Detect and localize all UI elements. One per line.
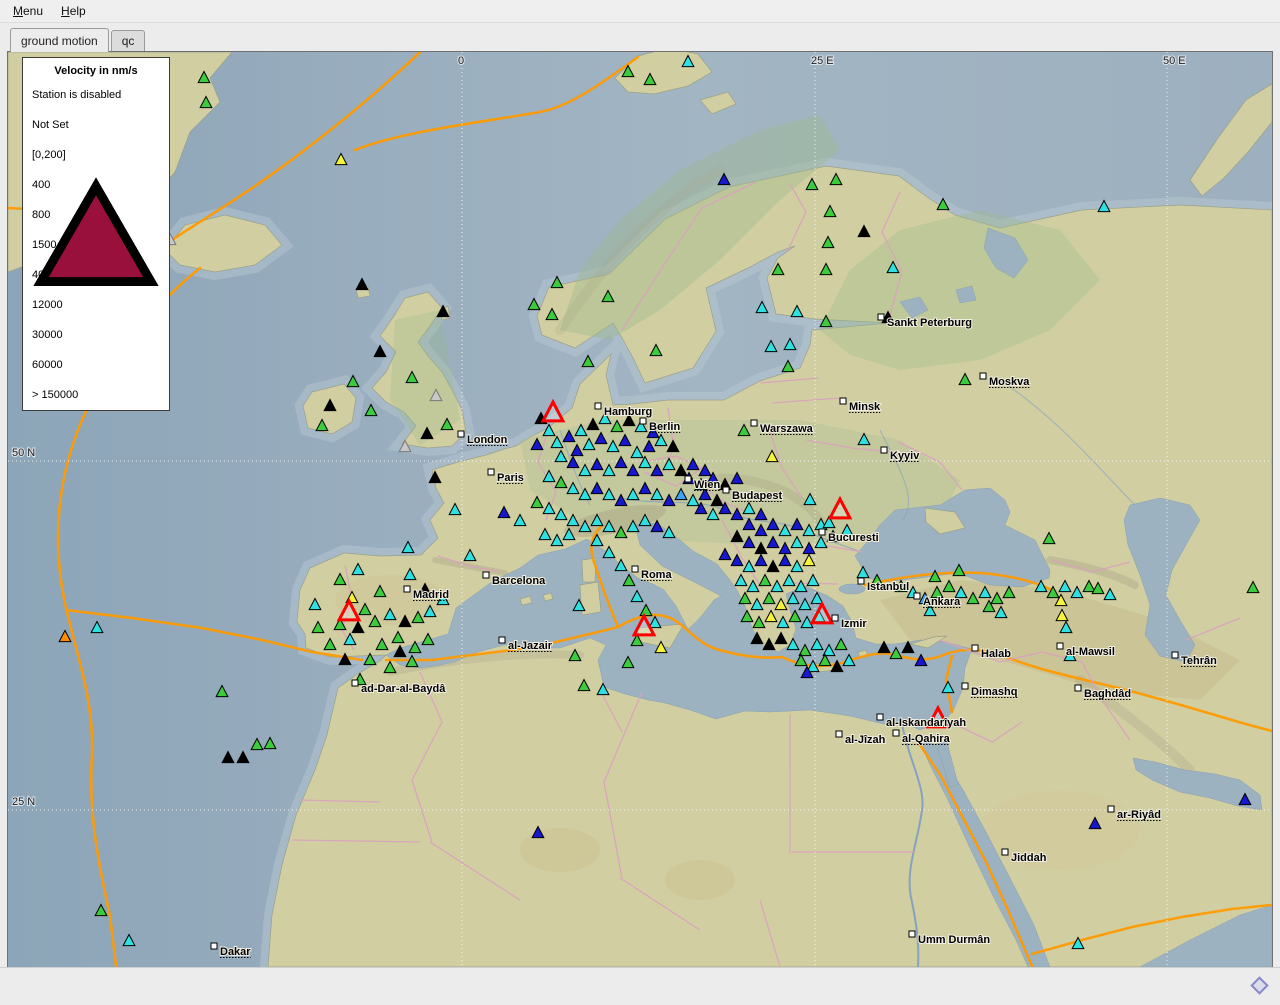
city-label: London	[467, 434, 508, 446]
city-label: Hamburg	[604, 406, 652, 418]
city-label: al-Qahira	[902, 733, 951, 745]
map-canvas[interactable]: 0 25 E 50 E 50 N 25 N London Paris Madrid Barce…	[8, 52, 1272, 967]
city-marker	[962, 683, 968, 689]
tab-bar: ground motion qc	[10, 29, 147, 52]
app-window: Menu Help ground motion qc	[0, 0, 1280, 1004]
city-marker	[723, 487, 729, 493]
city-marker	[499, 637, 505, 643]
city-label: Dimashq	[971, 686, 1017, 698]
legend-panel: Velocity in nm/s Station is disabledNot …	[22, 57, 170, 411]
city-marker	[840, 398, 846, 404]
city-label: Barcelona	[492, 575, 546, 587]
city-label: Sankt Peterburg	[887, 317, 972, 329]
city-label: ar-Riyâd	[1117, 809, 1161, 821]
city-marker	[877, 714, 883, 720]
city-label: Roma	[641, 569, 672, 581]
city-label: Tehrân	[1181, 655, 1217, 667]
city-label: Wien	[694, 479, 720, 491]
grid-label: 50 N	[12, 447, 35, 459]
city-marker	[751, 420, 757, 426]
city-label: Paris	[497, 472, 524, 484]
city-marker	[595, 403, 601, 409]
city-marker	[893, 730, 899, 736]
city-marker	[1108, 806, 1114, 812]
city-label: ad-Dar-al-Baydâ	[361, 683, 446, 695]
city-marker	[632, 566, 638, 572]
help-button[interactable]: Help	[52, 1, 95, 21]
map-view[interactable]: 0 25 E 50 E 50 N 25 N London Paris Madrid Barce…	[8, 52, 1272, 967]
grid-label: 0	[458, 55, 464, 67]
city-label: Berlin	[649, 421, 680, 433]
legend-item: > 150000	[23, 380, 169, 410]
city-marker	[404, 586, 410, 592]
tab-qc[interactable]: qc	[111, 30, 146, 52]
city-label: al-Jazair	[508, 640, 553, 652]
city-label: Moskva	[989, 376, 1030, 388]
city-label: Jiddah	[1011, 852, 1047, 864]
legend-items: Station is disabledNot Set[0,200]4008001…	[23, 80, 169, 410]
city-label: al-Jîzah	[845, 734, 886, 746]
city-label: Kyyiv	[890, 450, 920, 462]
city-label: Warszawa	[760, 423, 814, 435]
city-marker	[980, 373, 986, 379]
city-marker	[211, 943, 217, 949]
city-marker	[352, 680, 358, 686]
city-marker	[483, 572, 489, 578]
city-marker	[972, 645, 978, 651]
status-bar	[0, 967, 1280, 1005]
city-label: Minsk	[849, 401, 881, 413]
city-marker	[488, 469, 494, 475]
city-label: al-Mawsil	[1066, 646, 1115, 658]
city-label: Bucuresti	[828, 532, 879, 544]
city-marker	[685, 476, 691, 482]
menu-bar: Menu Help	[0, 0, 1280, 23]
menu-button[interactable]: Menu	[4, 1, 52, 21]
grid-label: 50 E	[1163, 55, 1186, 67]
map-navigation-icon[interactable]	[1250, 976, 1268, 994]
grid-label: 25 N	[12, 796, 35, 808]
city-marker	[914, 593, 920, 599]
city-marker	[819, 529, 825, 535]
city-label: Madrid	[413, 589, 449, 601]
city-marker	[1075, 685, 1081, 691]
city-label: Halab	[981, 648, 1011, 660]
city-marker	[640, 418, 646, 424]
city-label: Baghdâd	[1084, 688, 1131, 700]
city-label: Izmir	[841, 618, 867, 630]
city-marker	[832, 615, 838, 621]
city-label: Budapest	[732, 490, 782, 502]
city-marker	[458, 431, 464, 437]
tab-ground-motion[interactable]: ground motion	[10, 28, 109, 52]
city-label: Ankara	[923, 596, 961, 608]
city-marker	[909, 931, 915, 937]
city-marker	[1057, 643, 1063, 649]
city-marker	[878, 314, 884, 320]
city-label: Istanbul	[867, 581, 909, 593]
city-marker	[858, 578, 864, 584]
city-label: Umm Durmân	[918, 934, 990, 946]
grid-label: 25 E	[811, 55, 834, 67]
city-marker	[1002, 849, 1008, 855]
city-label: al-Iskandarîyah	[886, 717, 966, 729]
city-marker	[881, 447, 887, 453]
city-label: Dakar	[220, 946, 251, 958]
city-marker	[1172, 652, 1178, 658]
legend-triangle-icon	[23, 58, 169, 410]
city-marker	[836, 731, 842, 737]
